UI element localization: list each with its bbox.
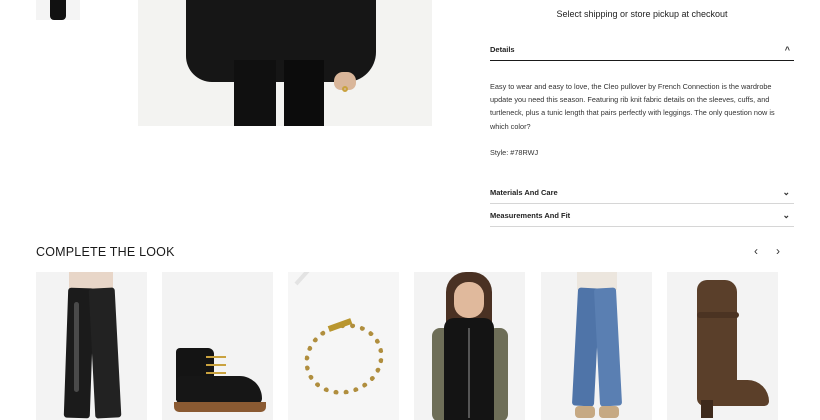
vest-zipper xyxy=(468,328,470,418)
product-description: Easy to wear and easy to love, the Cleo … xyxy=(490,82,775,131)
look-item-boot[interactable] xyxy=(162,272,273,420)
jeans-right-leg xyxy=(593,287,623,407)
leggings-right-leg xyxy=(88,287,122,419)
boot-sole xyxy=(174,402,266,412)
sandal-right xyxy=(599,406,619,418)
complete-the-look-title: COMPLETE THE LOOK xyxy=(36,245,175,259)
boot-lace xyxy=(206,364,226,366)
boot-foot xyxy=(176,376,262,404)
bangle xyxy=(294,272,341,286)
leggings-shine xyxy=(74,302,79,392)
look-item-leggings[interactable] xyxy=(36,272,147,420)
slouch-boot-shaft xyxy=(697,280,737,390)
legging-right xyxy=(284,60,324,126)
carousel-prev-icon[interactable]: ‹ xyxy=(754,244,758,258)
chevron-down-icon: ⌄ xyxy=(782,187,790,197)
legging-left xyxy=(234,60,276,126)
measurements-accordion-header[interactable]: Measurements And Fit ⌄ xyxy=(490,205,794,227)
look-item-bracelet[interactable] xyxy=(288,272,399,420)
ring xyxy=(342,86,348,92)
black-pullover xyxy=(186,0,376,82)
materials-accordion-header[interactable]: Materials And Care ⌄ xyxy=(490,182,794,204)
chevron-up-icon: ^ xyxy=(784,44,790,55)
details-heading: Details xyxy=(490,45,515,54)
sandal-left xyxy=(575,406,595,418)
chevron-down-icon: ⌄ xyxy=(782,210,790,220)
look-item-jeans[interactable] xyxy=(541,272,652,420)
look-item-slouch-boot[interactable] xyxy=(667,272,778,420)
model-face xyxy=(454,282,484,318)
slouch-boot-fold xyxy=(697,312,739,318)
main-product-image xyxy=(138,0,432,126)
shipping-note: Select shipping or store pickup at check… xyxy=(556,9,728,19)
thumbnail-figure xyxy=(50,0,66,20)
measurements-heading: Measurements And Fit xyxy=(490,211,571,220)
carousel-next-icon[interactable]: › xyxy=(776,244,780,258)
product-thumbnail[interactable] xyxy=(36,0,80,20)
boot-lace xyxy=(206,356,226,358)
look-item-vest[interactable] xyxy=(414,272,525,420)
slouch-boot-heel xyxy=(701,400,713,418)
materials-heading: Materials And Care xyxy=(490,188,558,197)
style-number: Style: #78RWJ xyxy=(490,148,539,157)
boot-lace xyxy=(206,372,226,374)
details-accordion-header[interactable]: Details ^ xyxy=(490,39,794,61)
